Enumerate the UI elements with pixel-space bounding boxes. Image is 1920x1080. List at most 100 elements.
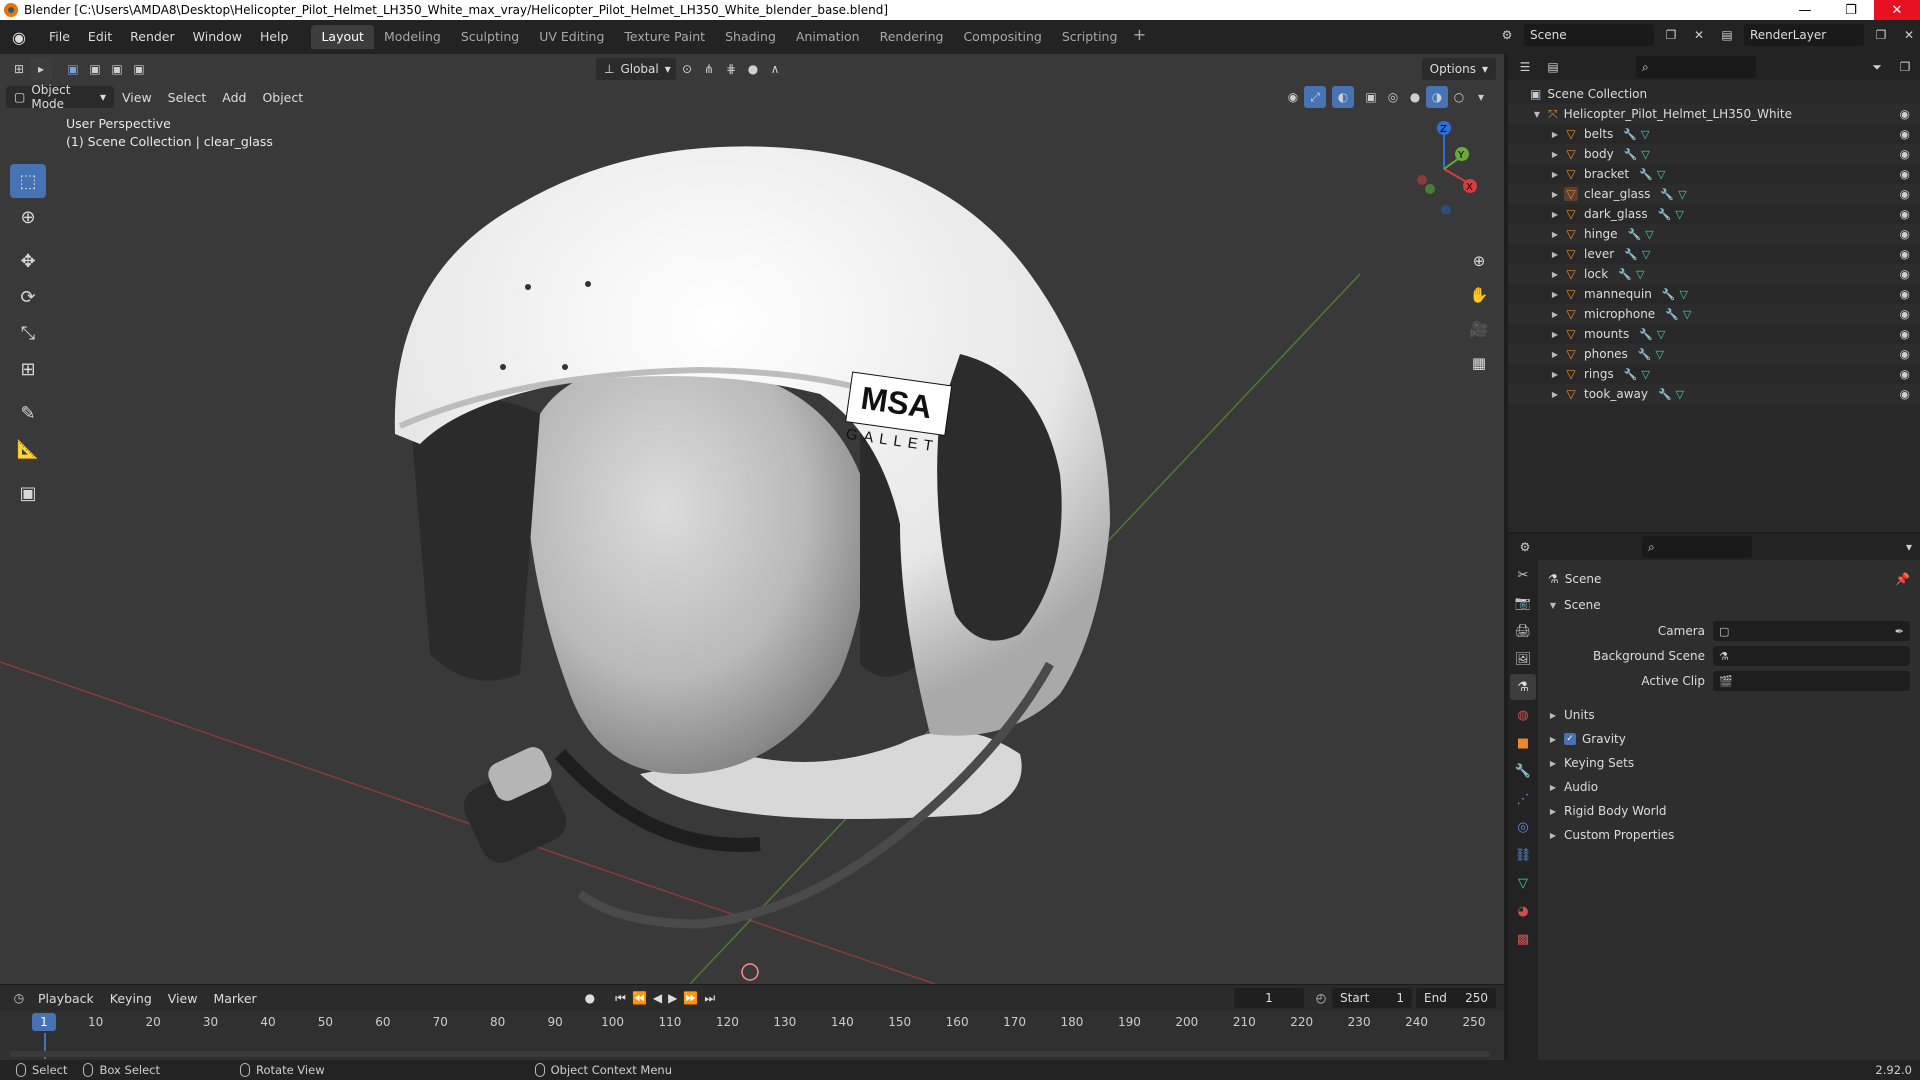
- pivot-icon[interactable]: ⊙: [676, 58, 698, 80]
- tab-layout[interactable]: Layout: [311, 25, 374, 49]
- gizmo-toggle-icon[interactable]: ⤢: [1304, 86, 1326, 108]
- timeline-menu-view[interactable]: View: [160, 991, 206, 1006]
- delete-scene-icon[interactable]: ✕: [1688, 24, 1710, 46]
- new-scene-icon[interactable]: ❐: [1660, 24, 1682, 46]
- timeline-menu-keying[interactable]: Keying: [102, 991, 160, 1006]
- select-box-tool-icon[interactable]: ⬚: [10, 164, 46, 198]
- shading-options-icon[interactable]: ▾: [1470, 86, 1492, 108]
- blender-menu-icon[interactable]: ◉: [8, 26, 30, 48]
- zoom-icon[interactable]: ⊕: [1464, 246, 1494, 276]
- select-mode-icon[interactable]: ▸: [30, 58, 52, 80]
- add-cube-tool-icon[interactable]: ▣: [10, 476, 46, 510]
- visibility-eye-icon[interactable]: ◉: [1900, 387, 1910, 401]
- viewport-menu-add[interactable]: Add: [214, 90, 254, 105]
- viewport-menu-object[interactable]: Object: [254, 90, 311, 105]
- outliner-object-row[interactable]: ▶ ▽ lever 🔧 ▽ ◉: [1508, 244, 1920, 264]
- modifier-wrench-icon[interactable]: 🔧: [1624, 248, 1638, 261]
- visibility-eye-icon[interactable]: ◉: [1900, 367, 1910, 381]
- visibility-eye-icon[interactable]: ◉: [1900, 287, 1910, 301]
- visibility-eye-icon[interactable]: ◉: [1900, 247, 1910, 261]
- camera-view-icon[interactable]: 🎥: [1464, 314, 1494, 344]
- mesh-data-icon[interactable]: ▽: [1657, 168, 1665, 181]
- mesh-data-icon[interactable]: ▽: [1678, 188, 1686, 201]
- transform-tool-icon[interactable]: ⊞: [10, 352, 46, 386]
- tab-compositing[interactable]: Compositing: [953, 25, 1051, 49]
- object-tab-icon[interactable]: ■: [1510, 730, 1536, 756]
- expand-toggle-icon[interactable]: ▶: [1550, 230, 1560, 239]
- timeline-scrollbar[interactable]: [10, 1051, 1490, 1057]
- particles-tab-icon[interactable]: ⋰: [1510, 786, 1536, 812]
- expand-toggle-icon[interactable]: ▶: [1550, 130, 1560, 139]
- proportional-edit-icon[interactable]: ●: [742, 58, 764, 80]
- modifier-tab-icon[interactable]: 🔧: [1510, 758, 1536, 784]
- menu-render[interactable]: Render: [121, 25, 184, 49]
- scene-panel-header[interactable]: ▼ Scene: [1538, 594, 1920, 616]
- modifier-wrench-icon[interactable]: 🔧: [1618, 268, 1632, 281]
- move-tool-icon[interactable]: ✥: [10, 244, 46, 278]
- close-button[interactable]: ✕: [1874, 0, 1920, 20]
- mesh-data-icon[interactable]: ▽: [1683, 308, 1691, 321]
- material-shading-icon[interactable]: ◑: [1426, 86, 1448, 108]
- jump-end-icon[interactable]: ⏭: [704, 991, 715, 1006]
- jump-keyframe-forward-icon[interactable]: ⏩: [683, 991, 698, 1005]
- scene-icon[interactable]: ⚙: [1496, 24, 1518, 46]
- visibility-eye-icon[interactable]: ◉: [1900, 227, 1910, 241]
- world-tab-icon[interactable]: ◍: [1510, 702, 1536, 728]
- tab-sculpting[interactable]: Sculpting: [451, 25, 529, 49]
- mesh-data-icon[interactable]: ▽: [1657, 328, 1665, 341]
- pan-hand-icon[interactable]: ✋: [1464, 280, 1494, 310]
- expand-toggle-icon[interactable]: ▶: [1548, 735, 1558, 744]
- outliner-object-row[interactable]: ▶ ▽ clear_glass 🔧 ▽ ◉: [1508, 184, 1920, 204]
- gravity-checkbox[interactable]: ✓: [1564, 733, 1576, 745]
- modifier-wrench-icon[interactable]: 🔧: [1639, 328, 1653, 341]
- collapse-toggle-icon[interactable]: ▼: [1532, 110, 1542, 119]
- outliner-object-row[interactable]: ▶ ▽ microphone 🔧 ▽ ◉: [1508, 304, 1920, 324]
- mesh-data-icon[interactable]: ▽: [1656, 348, 1664, 361]
- expand-toggle-icon[interactable]: ▶: [1550, 310, 1560, 319]
- mesh-data-icon[interactable]: ▽: [1641, 128, 1649, 141]
- units-panel-header[interactable]: ▶ Units: [1538, 704, 1920, 726]
- transform-orientation-dropdown[interactable]: ⊥ Global ▾: [596, 58, 676, 80]
- timeline-current-frame-marker[interactable]: 1: [32, 1013, 56, 1031]
- keying-sets-panel-header[interactable]: ▶ Keying Sets: [1538, 752, 1920, 774]
- mesh-data-icon[interactable]: ▽: [1645, 228, 1653, 241]
- viewport-menu-view[interactable]: View: [114, 90, 160, 105]
- visibility-eye-icon[interactable]: ◉: [1900, 327, 1910, 341]
- outliner-editor-type-icon[interactable]: ☰: [1514, 56, 1536, 78]
- outliner-object-row[interactable]: ▶ ▽ bracket 🔧 ▽ ◉: [1508, 164, 1920, 184]
- scale-tool-icon[interactable]: ⤡: [10, 316, 46, 350]
- expand-toggle-icon[interactable]: ▶: [1548, 711, 1558, 720]
- solid-shading-icon[interactable]: ●: [1404, 86, 1426, 108]
- end-frame-field[interactable]: End 250: [1416, 988, 1496, 1008]
- timeline-ruler[interactable]: 1 10 20 30 40 50 60 70 80 90 100 110 120 130 140 150 16…: [0, 1011, 1504, 1033]
- expand-toggle-icon[interactable]: ▶: [1548, 759, 1558, 768]
- outliner-object-row[interactable]: ▶ ▽ phones 🔧 ▽ ◉: [1508, 344, 1920, 364]
- snap-icon[interactable]: ⋔: [698, 58, 720, 80]
- play-reverse-icon[interactable]: ◀: [653, 991, 662, 1005]
- visibility-eye-icon[interactable]: ◉: [1900, 167, 1910, 181]
- output-tab-icon[interactable]: 🖨: [1510, 618, 1536, 644]
- modifier-wrench-icon[interactable]: 🔧: [1639, 168, 1653, 181]
- jump-start-icon[interactable]: ⏮: [615, 991, 626, 1006]
- options-dropdown[interactable]: Options ▾: [1421, 58, 1496, 80]
- scene-field[interactable]: Scene: [1524, 24, 1654, 46]
- wireframe-shading-icon[interactable]: ◎: [1382, 86, 1404, 108]
- outliner-object-row[interactable]: ▶ ▽ mannequin 🔧 ▽ ◉: [1508, 284, 1920, 304]
- properties-search-input[interactable]: ⌕: [1642, 536, 1752, 558]
- annotate-tool-icon[interactable]: ✎: [10, 396, 46, 430]
- material-tab-icon[interactable]: ◕: [1510, 898, 1536, 924]
- new-collection-icon[interactable]: ❐: [1894, 56, 1916, 78]
- invert-select-icon[interactable]: ▣: [128, 58, 150, 80]
- minimize-button[interactable]: —: [1782, 0, 1828, 20]
- camera-field[interactable]: ▢ ✒: [1713, 621, 1910, 641]
- outliner-object-row[interactable]: ▶ ▽ hinge 🔧 ▽ ◉: [1508, 224, 1920, 244]
- start-frame-field[interactable]: Start 1: [1332, 988, 1412, 1008]
- background-scene-field[interactable]: ⚗: [1713, 646, 1910, 666]
- outliner-search-input[interactable]: ⌕: [1636, 56, 1756, 78]
- tab-rendering[interactable]: Rendering: [870, 25, 954, 49]
- gravity-panel-header[interactable]: ▶ ✓ Gravity: [1538, 728, 1920, 750]
- tool-tab-icon[interactable]: ✂: [1510, 562, 1536, 588]
- active-clip-field[interactable]: 🎬: [1713, 671, 1910, 691]
- texture-tab-icon[interactable]: ▩: [1510, 926, 1536, 952]
- falloff-icon[interactable]: ∧: [764, 58, 786, 80]
